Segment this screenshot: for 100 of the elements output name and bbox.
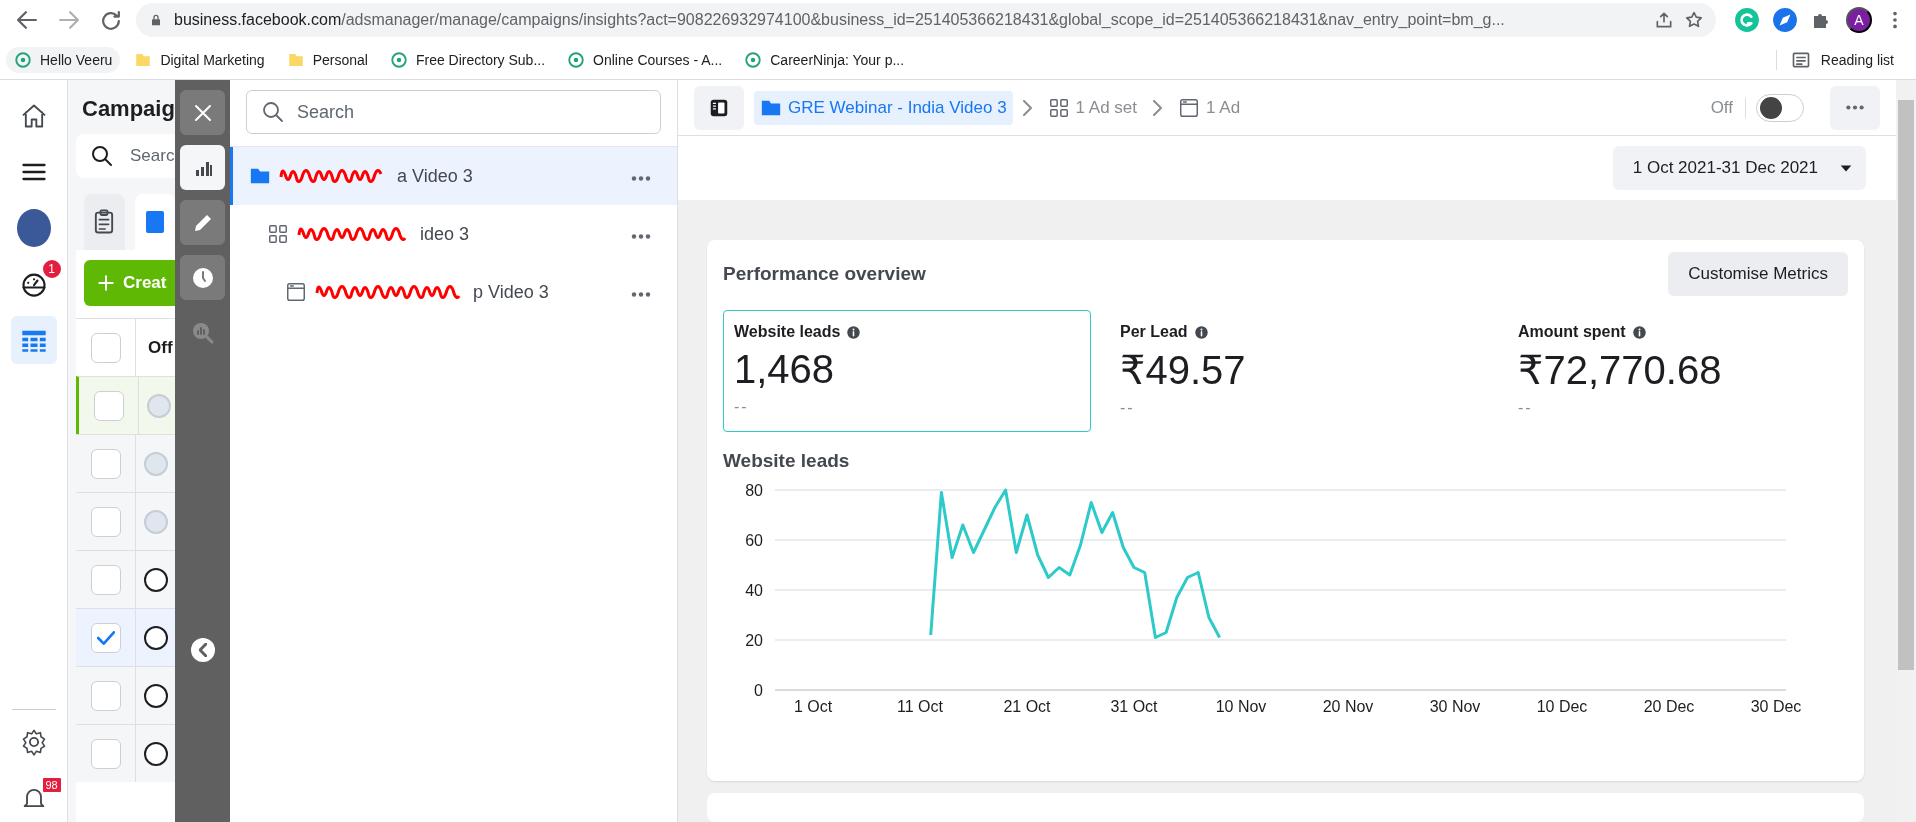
comparison-value: -- (1120, 399, 1136, 418)
checkbox[interactable] (93, 390, 124, 421)
site-icon (744, 50, 763, 69)
panel-toggle-button[interactable] (694, 85, 744, 130)
toggle-switch[interactable] (144, 567, 168, 592)
more-icon (631, 291, 651, 297)
toolbar-button[interactable] (180, 145, 225, 190)
axis-label: 30 Dec (1750, 698, 1802, 716)
window-icon (1178, 96, 1201, 119)
site-icon (389, 50, 408, 69)
bookmark[interactable]: Online Courses - A... (559, 46, 731, 73)
toolbar-button[interactable] (180, 200, 225, 245)
checkbox[interactable] (90, 564, 121, 595)
bookmark[interactable]: Free Directory Sub... (381, 46, 554, 73)
axis-label: 60 (745, 532, 763, 550)
tree-item[interactable]: p Video 3 (230, 263, 677, 321)
date-range-button[interactable]: 1 Oct 2021-31 Dec 2021 (1612, 146, 1866, 191)
table-row[interactable] (76, 724, 175, 782)
metric-tile[interactable]: Website leads 1,468 -- (723, 310, 1091, 433)
bookmark[interactable]: Personal (278, 46, 376, 73)
checkbox[interactable] (90, 738, 121, 769)
table-row[interactable] (76, 666, 175, 724)
breadcrumb-link[interactable]: GRE Webinar - India Video 3 (754, 90, 1013, 125)
metric-value: ₹49.57 (1120, 347, 1247, 394)
toolbar-button[interactable] (180, 90, 225, 135)
comparison-value: -- (734, 398, 750, 417)
address-bar[interactable]: business.facebook.com/adsmanager/manage/campaigns/insights?act=908226932974100&business_id=251405366218431&global_scope_id=251405366218431&nav_entry_point=bm_g... (136, 3, 1716, 37)
axis-label: 11 Oct (897, 698, 943, 716)
search-icon (261, 100, 285, 124)
bookmark-star-icon[interactable] (1684, 10, 1704, 30)
axis-label: 21 Oct (1003, 698, 1051, 716)
search-field[interactable]: Search (246, 90, 661, 134)
reload-icon (102, 10, 120, 30)
axis-label: 10 Nov (1215, 698, 1267, 716)
chart-title: Website leads (723, 450, 851, 473)
info-icon (1631, 324, 1647, 340)
share-icon[interactable] (1654, 10, 1674, 30)
info-icon (1193, 324, 1209, 340)
toggle-switch[interactable] (144, 683, 168, 708)
axis-label: 10 Dec (1536, 698, 1588, 716)
table-row[interactable] (76, 608, 175, 666)
table-row[interactable] (76, 550, 175, 608)
toggle-switch[interactable] (144, 741, 168, 766)
comparison-value: -- (1518, 399, 1534, 418)
info-icon (846, 324, 862, 340)
toolbar-button[interactable] (180, 255, 225, 300)
tree-item[interactable]: a Video 3 (230, 147, 677, 205)
metric-value: 1,468 (734, 347, 836, 393)
metric-value: ₹72,770.68 (1518, 347, 1723, 394)
axis-label: 40 (745, 582, 763, 600)
checkbox[interactable] (90, 622, 121, 653)
bookmark[interactable]: Hello Veeru (6, 46, 121, 73)
status-label: Off (1710, 97, 1746, 118)
search-icon (90, 144, 114, 168)
compass-icon[interactable] (1772, 7, 1798, 33)
axis-label: 1 Oct (793, 698, 833, 716)
column-header: Off (147, 337, 173, 358)
tree-item[interactable]: ideo 3 (230, 205, 677, 263)
chevron-icon (1153, 99, 1163, 116)
toggle-switch[interactable] (144, 625, 168, 650)
site-icon (567, 50, 586, 69)
forward-arrow-icon (59, 11, 79, 29)
checkbox[interactable] (90, 506, 121, 537)
scrollbar-thumb[interactable] (1898, 100, 1914, 670)
axis-label: 20 Dec (1643, 698, 1695, 716)
site-icon (14, 50, 32, 69)
metric-tile[interactable]: Per Lead ₹49.57 -- (1109, 310, 1489, 433)
checkbox[interactable] (90, 332, 121, 363)
profile-avatar[interactable]: A (1846, 7, 1872, 33)
tab[interactable] (84, 194, 125, 250)
clock-icon (190, 265, 215, 290)
axis-label: 31 Oct (1110, 698, 1158, 716)
axis-label: 0 (754, 682, 763, 700)
checkmark-icon (96, 630, 115, 645)
chevron-icon (1022, 99, 1032, 116)
customise-metrics-button[interactable]: Customise Metrics (1668, 252, 1848, 297)
checkbox[interactable] (90, 448, 121, 479)
chart-search-icon (190, 320, 215, 345)
item-label: p Video 3 (473, 281, 549, 303)
tab[interactable] (134, 194, 175, 250)
reading-list-button[interactable]: Reading list (1775, 49, 1894, 70)
more-icon (1846, 105, 1864, 111)
metric-tile[interactable]: Amount spent ₹72,770.68 -- (1507, 310, 1887, 433)
notification-badge: 98 (40, 776, 63, 794)
more-icon (631, 233, 651, 239)
axis-label: 20 (745, 632, 763, 650)
search-field[interactable]: Searc (76, 134, 175, 178)
chevron-icon (198, 643, 207, 657)
item-label: a Video 3 (397, 165, 473, 187)
axis-label: 80 (745, 482, 763, 500)
bookmark[interactable]: CareerNinja: Your p... (736, 46, 913, 73)
url-text: business.facebook.com/adsmanager/manage/campaigns/insights?act=908226932974100&business_id=251405366218431&global_scope_id=251405366218431&nav_entry_point=bm_g... (174, 11, 1506, 29)
caret-icon (1840, 164, 1852, 172)
avatar-icon (16, 209, 51, 247)
metric-label: Per Lead (1120, 323, 1188, 342)
collapse-button[interactable] (190, 638, 215, 662)
checkbox[interactable] (90, 680, 121, 711)
metric-label: Amount spent (1518, 323, 1626, 342)
axis-label: 20 Nov (1322, 698, 1374, 716)
bookmark[interactable]: Digital Marketing (126, 46, 273, 73)
